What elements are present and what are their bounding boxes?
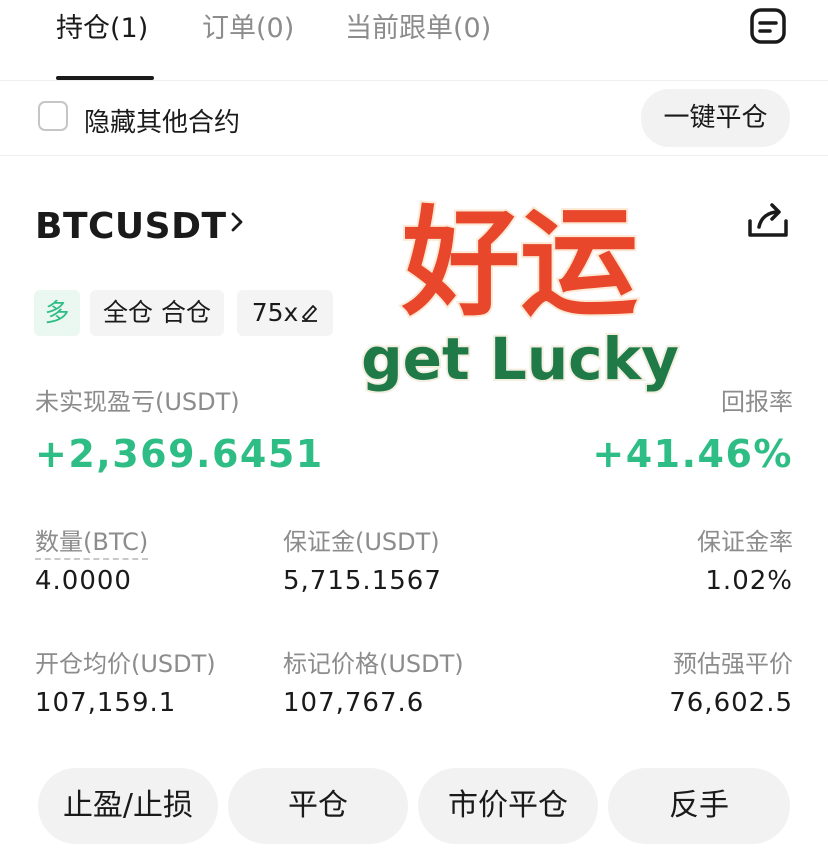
close-all-button[interactable]: 一键平仓 [641, 89, 790, 147]
tab-orders[interactable]: 订单(0) [202, 12, 294, 46]
entry-price-value: 107,159.1 [35, 688, 177, 718]
document-list-icon[interactable] [748, 6, 788, 46]
liquidation-price-label: 预估强平价 [673, 650, 793, 678]
svg-text:好运: 好运 [401, 194, 638, 332]
hide-other-contracts-label: 隐藏其他合约 [84, 108, 241, 138]
reverse-position-button[interactable]: 反手 [608, 768, 790, 844]
liquidation-price-value: 76,602.5 [669, 688, 793, 718]
margin-label: 保证金(USDT) [283, 528, 440, 556]
good-luck-sticker: 好运 get Lucky [359, 176, 681, 396]
chevron-right-icon[interactable] [228, 210, 246, 234]
mark-price-label: 标记价格(USDT) [283, 650, 464, 678]
quantity-value: 4.0000 [35, 566, 132, 596]
tab-copy-orders[interactable]: 当前跟单(0) [345, 12, 491, 46]
roe-label: 回报率 [721, 388, 793, 416]
divider [0, 155, 828, 156]
divider [0, 80, 828, 81]
margin-mode-tag[interactable]: 全仓 合仓 [90, 290, 224, 336]
pencil-icon [302, 305, 318, 322]
leverage-tag[interactable]: 75x [237, 290, 333, 336]
margin-ratio-value: 1.02% [705, 566, 793, 596]
tp-sl-button[interactable]: 止盈/止损 [38, 768, 218, 844]
margin-ratio-label: 保证金率 [697, 528, 793, 556]
quantity-label[interactable]: 数量(BTC) [35, 522, 149, 560]
entry-price-label: 开仓均价(USDT) [35, 650, 216, 678]
hide-other-contracts-checkbox[interactable] [38, 101, 68, 131]
unrealized-pnl-label: 未实现盈亏(USDT) [35, 388, 240, 416]
symbol-title[interactable]: BTCUSDT [35, 206, 227, 247]
leverage-value: 75x [251, 298, 299, 327]
unrealized-pnl-value: +2,369.6451 [35, 432, 324, 476]
tab-positions[interactable]: 持仓(1) [56, 12, 148, 46]
margin-value: 5,715.1567 [283, 566, 442, 596]
share-icon[interactable] [745, 199, 791, 243]
close-position-button[interactable]: 平仓 [228, 768, 408, 844]
mark-price-value: 107,767.6 [283, 688, 425, 718]
svg-text:get Lucky: get Lucky [361, 325, 679, 393]
roe-value: +41.46% [592, 432, 793, 476]
market-close-button[interactable]: 市价平仓 [418, 768, 598, 844]
side-tag: 多 [34, 290, 80, 336]
